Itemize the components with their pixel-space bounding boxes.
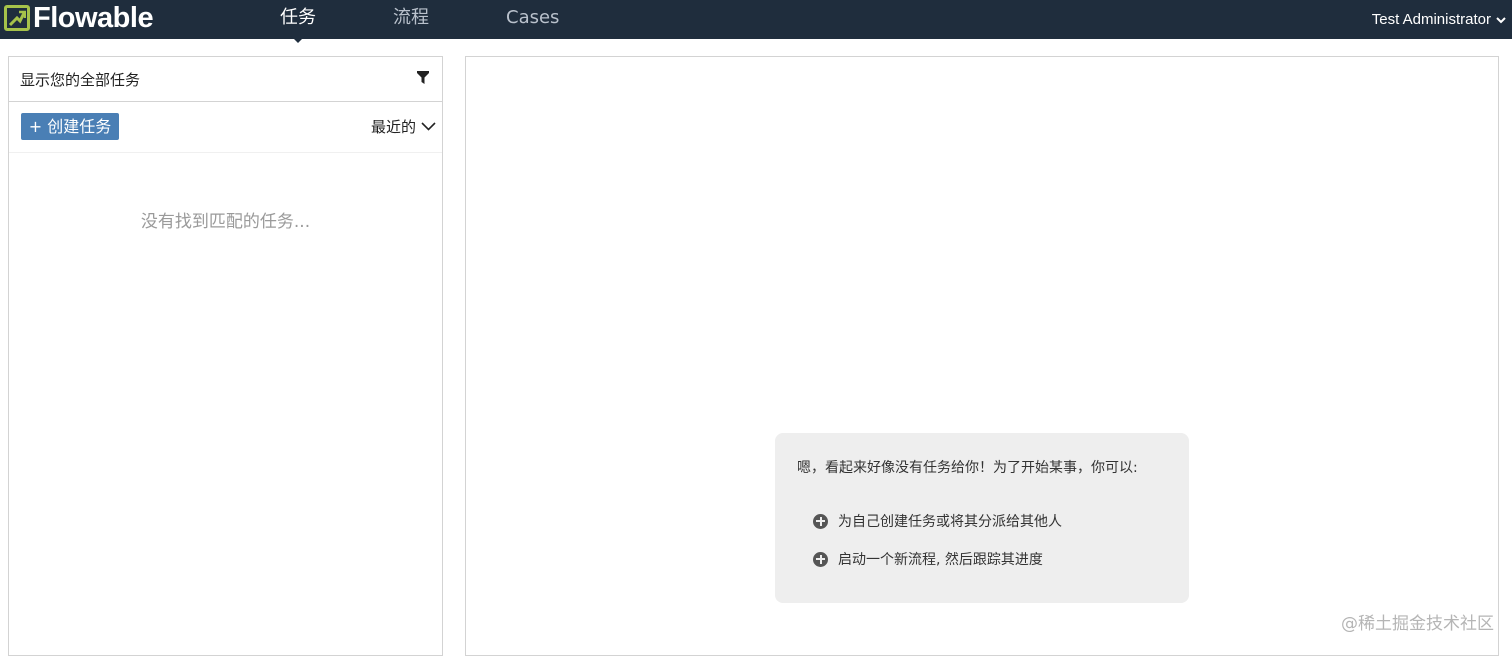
sort-label: 最近的 bbox=[371, 118, 417, 136]
plus-circle-icon bbox=[813, 513, 828, 529]
empty-task-message: 没有找到匹配的任务... bbox=[140, 212, 311, 232]
tab-cases[interactable]: Cases bbox=[506, 0, 559, 39]
chevron-down-icon bbox=[1496, 16, 1506, 23]
filter-text: 显示您的全部任务 bbox=[20, 71, 141, 89]
help-title: 嗯，看起来好像没有任务给你！为了开始某事，你可以: bbox=[797, 460, 1138, 476]
active-tab-caret bbox=[291, 36, 305, 43]
help-item-text: 为自己创建任务或将其分派给其他人 bbox=[838, 514, 1062, 530]
plus-circle-icon bbox=[813, 551, 828, 567]
logo-mark-icon bbox=[4, 5, 30, 31]
top-navbar: Flowable 任务 流程 Cases Test Administrator bbox=[0, 0, 1512, 39]
create-task-button[interactable]: + 创建任务 bbox=[21, 113, 119, 140]
task-filter-bar[interactable]: 显示您的全部任务 bbox=[9, 57, 442, 102]
tab-processes[interactable]: 流程 bbox=[393, 0, 429, 39]
filter-icon[interactable] bbox=[416, 70, 430, 85]
task-detail-panel: 嗯，看起来好像没有任务给你！为了开始某事，你可以: 为自己创建任务或将其分派给其… bbox=[465, 56, 1499, 656]
help-item-start-process[interactable]: 启动一个新流程, 然后跟踪其进度 bbox=[813, 549, 1043, 569]
flowable-logo[interactable]: Flowable bbox=[4, 1, 154, 34]
help-box: 嗯，看起来好像没有任务给你！为了开始某事，你可以: 为自己创建任务或将其分派给其… bbox=[775, 433, 1189, 603]
help-item-text: 启动一个新流程, 然后跟踪其进度 bbox=[838, 552, 1043, 568]
logo-text: Flowable bbox=[33, 1, 154, 34]
sort-dropdown[interactable]: 最近的 bbox=[371, 116, 436, 137]
list-divider bbox=[9, 152, 442, 153]
user-name: Test Administrator bbox=[1371, 10, 1491, 28]
watermark: @稀土掘金技术社区 bbox=[1341, 614, 1494, 634]
help-item-create-task[interactable]: 为自己创建任务或将其分派给其他人 bbox=[813, 511, 1062, 531]
tab-tasks[interactable]: 任务 bbox=[280, 0, 316, 39]
task-list-panel: 显示您的全部任务 + 创建任务 最近的 没有找到匹配的任务... bbox=[8, 56, 443, 656]
user-menu[interactable]: Test Administrator bbox=[1372, 0, 1506, 39]
chevron-down-icon bbox=[421, 122, 436, 131]
